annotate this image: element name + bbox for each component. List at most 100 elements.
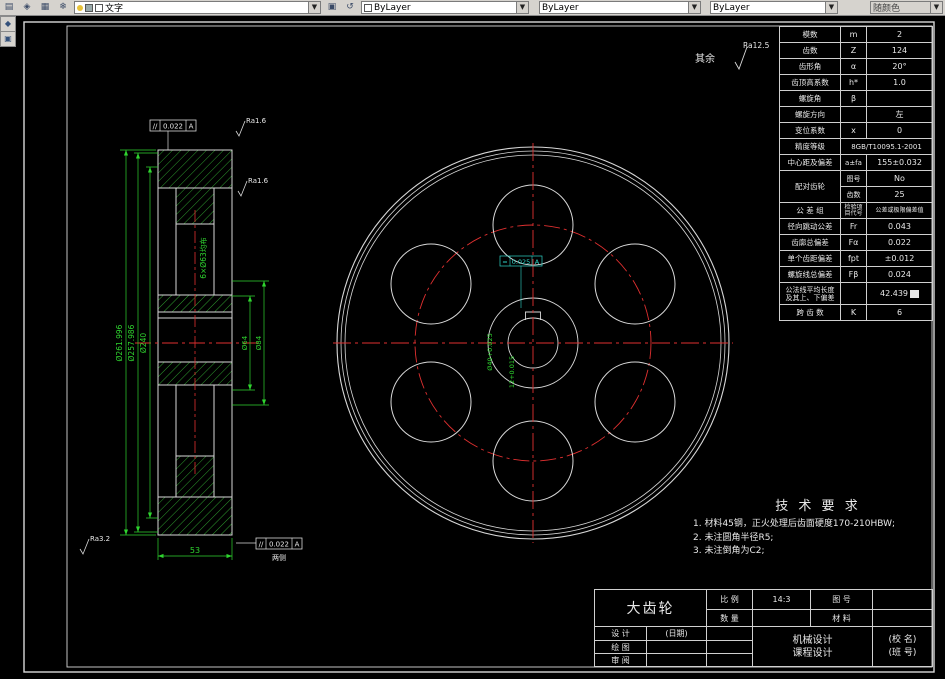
layer-freeze-icon[interactable]: ❄ (55, 0, 71, 15)
make-layer-current-icon[interactable]: ▣ (324, 0, 340, 15)
table-row: 螺旋线总偏差 Fβ 0.024 (779, 266, 933, 283)
layer-on-icon (77, 4, 83, 11)
table-row: 跨 齿 数K6 (779, 304, 933, 321)
plot-style-value: 随颜色 (873, 4, 901, 14)
key-dim-label: 12+0.015 (508, 356, 516, 388)
table-row: 齿顶高系数 h* 1.0 (779, 74, 933, 91)
design-label: 设 计 (594, 626, 647, 641)
color-control-combo[interactable]: ByLayer ▼ (361, 1, 529, 14)
technical-requirements: 技 术 要 求 1. 材料45钢，正火处理后齿面硬度170-210HBW; 2.… (693, 495, 943, 559)
ra-top-label: Ra1.6 (246, 117, 267, 125)
ra-bottom-label: Ra3.2 (90, 535, 110, 543)
tol-value: 0.022 (269, 541, 289, 549)
tech-req-line: 3. 未注倒角为C2; (693, 546, 765, 556)
part-name: 大齿轮 (594, 589, 707, 627)
table-row: 齿廓总偏差 Fα 0.022 (779, 234, 933, 251)
table-row: 径向跳动公差 Fr 0.043 (779, 218, 933, 235)
lineweight-control-combo[interactable]: ByLayer ▼ (710, 1, 838, 14)
table-row: 变位系数 x 0 (779, 122, 933, 139)
table-row: 精度等级 8GB/T10095.1-2001 (779, 138, 933, 155)
school-name: (校 名) (班 号) (872, 626, 933, 667)
color-control-value: ByLayer (374, 2, 411, 13)
draw-tool-icon[interactable]: ◆ (0, 16, 16, 32)
layer-control-combo[interactable]: 文字 ▼ (74, 1, 321, 14)
chevron-down-icon[interactable]: ▼ (688, 2, 700, 13)
table-row: 配对齿轮 图号 No (779, 170, 933, 203)
tol-symbol: // (259, 541, 264, 549)
table-row: 模数 m 2 (779, 26, 933, 43)
object-properties-toolbar: ▤ ◈ ▦ ❄ 文字 ▼ ▣ ↺ ByLayer ▼ ByLayer ▼ ByL… (0, 0, 945, 16)
dim-od2-label: Ø257.986 (127, 324, 136, 361)
cad-application-window: ▤ ◈ ▦ ❄ 文字 ▼ ▣ ↺ ByLayer ▼ ByLayer ▼ ByL… (0, 0, 945, 679)
scale-label: 比 例 (706, 589, 753, 610)
bylayer-color-swatch (364, 3, 372, 12)
table-row: 齿数 Z 124 (779, 42, 933, 59)
parallelism-frame-bottom: // 0.022 A 两侧 (236, 537, 303, 562)
table-row: 公 差 组检验项目代号 公差或极限偏差值 (779, 202, 933, 219)
modify-tool-icon[interactable]: ▣ (0, 31, 16, 47)
gear-side-view (135, 149, 258, 536)
dim-od1-label: Ø261.996 (115, 324, 124, 361)
wk-value: 42.439 (880, 289, 908, 298)
drawing-no-label: 图 号 (810, 589, 873, 610)
linetype-control-combo[interactable]: ByLayer ▼ (539, 1, 701, 14)
current-layer-name: 文字 (105, 4, 124, 14)
rest-ra-label: Ra12.5 (743, 41, 770, 50)
dim-hub-inner-label: Ø64 (241, 335, 249, 350)
highlight-box (910, 289, 919, 298)
chevron-down-icon[interactable]: ▼ (825, 2, 837, 13)
tech-req-line: 1. 材料45钢，正火处理后齿面硬度170-210HBW; (693, 519, 896, 529)
chevron-down-icon[interactable]: ▼ (516, 2, 528, 13)
rest-label: 其余 (695, 52, 715, 65)
tol-datum: A (295, 541, 300, 549)
roughness-check-icon (734, 46, 748, 71)
lineweight-control-value: ByLayer (713, 2, 750, 13)
title-block: 大齿轮 比 例 14:3 图 号 数 量 材 料 设 计 (日期) 机械设计 课… (594, 589, 933, 667)
layers-icon[interactable]: ▤ (1, 0, 17, 15)
sym-datum: A (535, 258, 540, 266)
date-note: (日期) (646, 626, 707, 641)
table-row: 螺旋方向左 (779, 106, 933, 123)
table-row: 公法线平均长度 及其上、下偏差 42.439 (779, 282, 933, 305)
table-row: 单个齿距偏差 fpt ±0.012 (779, 250, 933, 267)
bore-dim-label: Ø40+0.025 (486, 333, 494, 370)
table-row: 设 计 (日期) 机械设计 课程设计 (校 名) (班 号) (594, 626, 933, 667)
layer-color-swatch (95, 3, 103, 12)
layer-previous-icon[interactable]: ↺ (342, 0, 358, 15)
qty-label: 数 量 (706, 609, 753, 627)
ra-mid-label: Ra1.6 (248, 177, 269, 185)
layer-properties-icon[interactable]: ◈ (19, 0, 35, 15)
dim-width-label: 53 (190, 546, 200, 555)
check-label: 审 阅 (594, 653, 647, 667)
course-name: 机械设计 课程设计 (752, 626, 873, 667)
gear-parameter-table: 模数 m 2 齿数 Z 124 齿形角 α 20° 齿顶高系数 h* 1.0 螺旋角 β 螺旋方向… (779, 26, 933, 321)
dim-hub-outer-label: Ø84 (255, 335, 263, 350)
both-sides-note: 两侧 (272, 553, 286, 562)
material-label: 材 料 (810, 609, 873, 627)
table-row: 螺旋角 β (779, 90, 933, 107)
tech-req-line: 2. 未注圆角半径R5; (693, 532, 774, 543)
sym-value: 0.025 (512, 258, 531, 266)
parallelism-frame-top: // 0.022 A (149, 119, 197, 150)
gear-front-view (333, 143, 733, 543)
chevron-down-icon[interactable]: ▼ (308, 2, 320, 13)
tol-datum: A (189, 123, 194, 131)
table-row: 大齿轮 比 例 14:3 图 号 (594, 589, 933, 627)
plot-style-combo[interactable]: 随颜色 ▼ (870, 1, 943, 14)
tech-req-title: 技 术 要 求 (775, 499, 861, 514)
layer-lock-icon (85, 3, 93, 12)
draw-label: 绘 图 (594, 640, 647, 654)
tol-value: 0.022 (163, 123, 183, 131)
sym-symbol: = (502, 258, 507, 266)
tol-symbol: // (153, 123, 158, 131)
dim-od3-label: Ø240 (139, 333, 148, 353)
layer-states-icon[interactable]: ▦ (37, 0, 53, 15)
table-row: 中心距及偏差 a±fa 155±0.032 (779, 154, 933, 171)
table-row: 齿形角 α 20° (779, 58, 933, 75)
scale-value: 14:3 (752, 589, 811, 610)
holes-note-label: 6×Ø63均布 (198, 237, 208, 279)
linetype-control-value: ByLayer (542, 2, 579, 13)
symmetry-frame: = 0.025 A (499, 255, 543, 308)
rest-surface-note: 其余 Ra12.5 (695, 41, 770, 71)
chevron-down-icon[interactable]: ▼ (930, 2, 942, 13)
